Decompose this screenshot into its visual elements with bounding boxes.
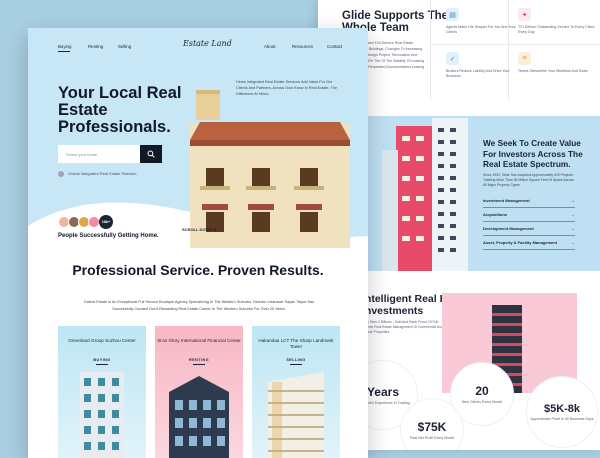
nav-selling[interactable]: Selling bbox=[118, 44, 131, 49]
arrow-down-icon: ⊕ bbox=[213, 227, 217, 232]
investments-text: With Over 2 Billions - Sold And Rank Pro… bbox=[362, 320, 443, 334]
building-image bbox=[169, 376, 229, 458]
nav-renting[interactable]: Renting bbox=[88, 44, 103, 49]
nav-buying[interactable]: Buying bbox=[58, 44, 71, 49]
divider bbox=[430, 44, 600, 45]
card-badge: SELLING bbox=[286, 358, 306, 362]
nav-about[interactable]: About bbox=[264, 44, 275, 49]
feature-item: ✦ TCI Deliver Outstanding Service To Eve… bbox=[518, 8, 596, 35]
arrow-right-icon: → bbox=[570, 239, 575, 246]
stack-icon: ≡ bbox=[518, 52, 531, 65]
hero-description: Hines Integrated Real Estate Services Ad… bbox=[236, 80, 338, 96]
arrow-right-icon: → bbox=[570, 225, 575, 232]
stat-profit-range: $5K-8k Approximate Profit In 30 Business… bbox=[526, 376, 598, 448]
house-photo bbox=[190, 90, 350, 248]
search-icon bbox=[147, 150, 155, 158]
logo[interactable]: Estate Land bbox=[183, 39, 232, 48]
building-image bbox=[80, 372, 124, 458]
arrow-right-icon: → bbox=[570, 211, 575, 218]
nav-resources[interactable]: Resources bbox=[292, 44, 313, 49]
seek-text: Since 1992, Glide Has Acquired Approxima… bbox=[483, 173, 574, 187]
feature-item: ▤ Agents Make Life Simpler For You And Y… bbox=[446, 8, 524, 35]
people-text: People Successfully Getting Home. bbox=[58, 233, 159, 239]
section-text: Galera Estate Is An Exceptional Full Ser… bbox=[83, 300, 315, 311]
link-asset-management[interactable]: Asset, Property & Facility Management → bbox=[483, 236, 575, 250]
avatar-count-badge: 18k+ bbox=[99, 215, 113, 229]
globe-icon bbox=[58, 171, 64, 177]
clipboard-icon: ▤ bbox=[446, 8, 459, 21]
property-card[interactable]: Hakandaa LCT The Sharp Landmark Tower SE… bbox=[252, 326, 340, 458]
arrow-right-icon: → bbox=[570, 197, 575, 204]
main-landing-page: Buying Renting Selling Estate Land About… bbox=[28, 28, 368, 458]
hero-title: Your Local Real Estate Professionals. bbox=[58, 84, 182, 136]
seek-title: We Seek To Create Value For Investors Ac… bbox=[483, 138, 583, 169]
hero-subtitle: Global Integrated Real Estate Platform bbox=[68, 171, 137, 176]
link-investment-management[interactable]: Investment Management → bbox=[483, 194, 575, 208]
building-image bbox=[268, 372, 324, 458]
scroll-down-link[interactable]: SCROLL DOWN ⊕ bbox=[182, 227, 217, 232]
tower-photo bbox=[382, 118, 468, 271]
nav-contact[interactable]: Contact bbox=[327, 44, 342, 49]
search-button[interactable] bbox=[140, 145, 162, 163]
card-badge: RENTING bbox=[189, 358, 209, 362]
nav-active-indicator bbox=[58, 51, 70, 52]
card-badge: BUYING bbox=[93, 358, 111, 362]
section-title: Professional Service. Proven Results. bbox=[72, 262, 324, 278]
property-card[interactable]: Si'an Glory International Financial Cent… bbox=[155, 326, 243, 458]
bulb-icon: ✦ bbox=[518, 8, 531, 21]
divider bbox=[430, 0, 431, 100]
property-card[interactable]: Greenland Group Suzhou Center BUYING bbox=[58, 326, 146, 458]
feature-item: ✓ Brokers Reduce Liability And Drive You… bbox=[446, 52, 524, 79]
link-acquisitions[interactable]: Acquisitions → bbox=[483, 208, 575, 222]
link-development-management[interactable]: Development Management → bbox=[483, 222, 575, 236]
check-icon: ✓ bbox=[446, 52, 459, 65]
feature-item: ≡ Teams Streamline Your Workflow And Sca… bbox=[518, 52, 596, 74]
